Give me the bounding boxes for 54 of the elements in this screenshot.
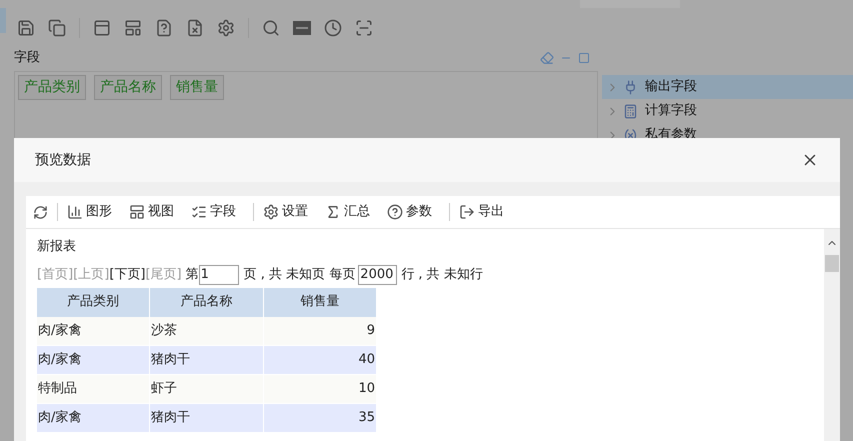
table-cell: 肉/家禽	[37, 404, 150, 432]
layout-icon[interactable]	[124, 18, 142, 36]
table-cell: 35	[264, 404, 377, 432]
table-cell: 肉/家禽	[37, 346, 150, 374]
column-header: 销售量	[264, 288, 377, 316]
scrollbar[interactable]	[824, 229, 840, 441]
question-icon	[387, 204, 403, 220]
table-cell: 9	[264, 316, 377, 346]
toolbar-button[interactable]: 设置	[263, 202, 308, 222]
toolbar-button[interactable]: 参数	[387, 202, 432, 222]
toolbar-button[interactable]: 字段	[191, 202, 236, 222]
table-cell: 肉/家禽	[37, 316, 150, 346]
calculator-icon	[623, 104, 638, 118]
column-header: 产品名称	[150, 288, 264, 316]
plug-icon	[623, 80, 638, 94]
rows-per-page-input[interactable]: 2000	[358, 264, 398, 284]
table-cell: 40	[264, 346, 377, 374]
export-icon	[459, 204, 475, 220]
row-count-text: 行 , 共 未知行	[401, 266, 483, 284]
view-icon	[129, 204, 145, 220]
table-cell: 虾子	[150, 374, 264, 404]
refresh-icon[interactable]	[33, 204, 48, 220]
page-count-text: 页 , 共 未知页 每页	[244, 266, 356, 284]
panel-title: 字段	[14, 49, 40, 68]
page-label: 第	[186, 266, 199, 284]
table-cell: 10	[264, 374, 377, 404]
save-icon[interactable]	[17, 18, 35, 36]
clock-icon[interactable]	[324, 18, 342, 36]
question-page-icon[interactable]	[155, 18, 173, 36]
toolbar-button[interactable]: 汇总	[325, 202, 370, 222]
settings-icon	[263, 204, 279, 220]
close-document-icon[interactable]	[186, 18, 204, 36]
table-cell: 猪肉干	[150, 404, 264, 432]
report-title: 新报表	[37, 238, 76, 256]
bar-chart-icon	[67, 204, 83, 220]
save-copy-icon[interactable]	[48, 18, 66, 36]
scroll-thumb[interactable]	[825, 255, 839, 272]
table-cell: 特制品	[37, 374, 150, 404]
window-icon[interactable]	[93, 18, 111, 36]
dialog-title: 预览数据	[35, 150, 91, 170]
toolbar-button[interactable]: 图形	[67, 202, 112, 222]
dashed-frame-icon[interactable]	[355, 18, 373, 36]
search-icon[interactable]	[262, 18, 280, 36]
table-cell: 猪肉干	[150, 346, 264, 374]
toolbar-button[interactable]: 视图	[129, 202, 174, 222]
tree-item[interactable]: 计算字段	[602, 99, 853, 123]
settings-icon[interactable]	[217, 18, 235, 36]
checklist-icon	[191, 204, 207, 220]
page-input[interactable]: 1	[198, 264, 239, 284]
tree-item[interactable]: 输出字段	[602, 75, 853, 99]
toolbar-button[interactable]: 导出	[459, 202, 504, 222]
pager-link[interactable]: [下页]	[109, 264, 146, 284]
table-cell: 沙茶	[150, 316, 264, 346]
column-header: 产品类别	[37, 288, 150, 316]
